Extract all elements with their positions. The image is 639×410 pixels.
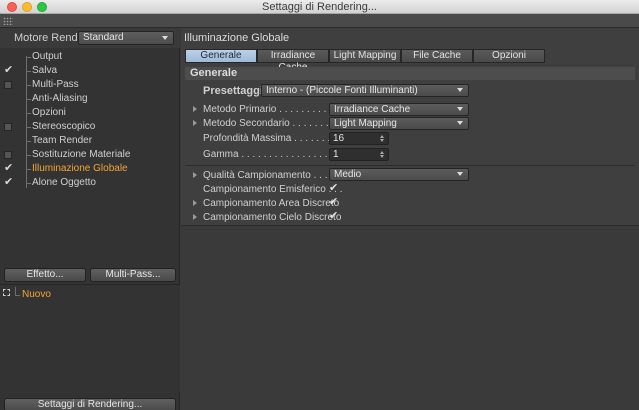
group-header-generale: Generale xyxy=(185,67,635,80)
chevron-down-icon xyxy=(457,107,463,111)
expand-triangle-icon[interactable] xyxy=(193,200,197,206)
tab-opzioni[interactable]: Opzioni xyxy=(473,49,545,63)
render-engine-row: Motore Render Standard xyxy=(0,28,180,48)
checkmark-icon[interactable]: ✔ xyxy=(329,211,338,222)
render-settings-button[interactable]: Settaggi di Rendering... xyxy=(4,398,176,410)
tree-item-label: Stereoscopico xyxy=(32,121,96,132)
tree-item-multi-pass[interactable]: Multi-Pass xyxy=(0,78,180,92)
tab-light-mapping[interactable]: Light Mapping xyxy=(329,49,401,63)
render-engine-select[interactable]: Standard xyxy=(78,31,174,45)
sampling-quality-select[interactable]: Medio xyxy=(329,168,469,181)
menu-strip xyxy=(0,14,639,28)
primary-method-value: Irradiance Cache xyxy=(334,104,411,115)
expand-triangle-icon[interactable] xyxy=(193,120,197,126)
tree-item-label: Anti-Aliasing xyxy=(32,93,88,104)
checkbox[interactable] xyxy=(4,123,12,131)
primary-method-select[interactable]: Irradiance Cache xyxy=(329,103,469,116)
gamma-input[interactable]: 1 xyxy=(329,148,389,161)
settings-tree: Output ✔ Salva Multi-Pass Anti-Aliasing … xyxy=(0,48,180,216)
preset-label: Presettaggi xyxy=(203,85,263,97)
max-depth-value: 16 xyxy=(333,133,345,144)
tree-item-label: Output xyxy=(32,51,63,62)
expand-triangle-icon[interactable] xyxy=(193,214,197,220)
checkbox[interactable] xyxy=(4,81,12,89)
title-bar: Settaggi di Rendering... xyxy=(0,0,639,14)
chevron-down-icon xyxy=(457,172,463,176)
render-setting-icon[interactable] xyxy=(3,289,10,296)
checkbox[interactable] xyxy=(4,151,12,159)
effetto-button[interactable]: Effetto... xyxy=(4,268,86,282)
tree-item-illuminazione-globale[interactable]: ✔ Illuminazione Globale xyxy=(0,162,180,176)
section-title: Illuminazione Globale xyxy=(184,32,290,44)
tree-item-label: Sostituzione Materiale xyxy=(32,149,131,160)
sampling-quality-value: Medio xyxy=(334,169,362,180)
tree-item-label: Illuminazione Globale xyxy=(32,163,128,174)
checkmark-icon[interactable]: ✔ xyxy=(4,65,13,76)
tree-item-opzioni[interactable]: Opzioni xyxy=(0,106,180,120)
render-setting-nuovo[interactable]: Nuovo xyxy=(22,289,51,300)
checkmark-icon[interactable]: ✔ xyxy=(329,197,338,208)
multi-pass-button[interactable]: Multi-Pass... xyxy=(90,268,176,282)
chevron-down-icon xyxy=(457,121,463,125)
right-panel: Illuminazione Globale Generale Irradianc… xyxy=(181,28,639,410)
gamma-label: Gamma . . . . . . . . . . . . . . . . . … xyxy=(203,149,345,160)
discrete-area-sampling-label: Campionamento Area Discreto xyxy=(203,198,340,209)
tree-item-stereoscopico[interactable]: Stereoscopico xyxy=(0,120,180,134)
chevron-down-icon xyxy=(162,36,168,40)
tree-item-label: Multi-Pass xyxy=(32,79,79,90)
expand-triangle-icon[interactable] xyxy=(193,106,197,112)
tree-item-team-render[interactable]: Team Render xyxy=(0,134,180,148)
tree-item-salva[interactable]: ✔ Salva xyxy=(0,64,180,78)
chevron-down-icon xyxy=(457,88,463,92)
tab-file-cache[interactable]: File Cache xyxy=(401,49,473,63)
checkmark-icon[interactable]: ✔ xyxy=(4,177,13,188)
tree-item-label: Team Render xyxy=(32,135,93,146)
secondary-method-value: Light Mapping xyxy=(334,118,397,129)
divider xyxy=(185,165,635,166)
checkmark-icon[interactable]: ✔ xyxy=(329,183,338,194)
tree-item-label: Alone Oggetto xyxy=(32,177,96,188)
tree-item-label: Salva xyxy=(32,65,58,76)
global-illumination-panel: Illuminazione Globale Generale Irradianc… xyxy=(181,28,639,226)
tree-item-alone-oggetto[interactable]: ✔ Alone Oggetto xyxy=(0,176,180,190)
tree-item-label: Opzioni xyxy=(32,107,66,118)
stepper-icon[interactable] xyxy=(380,151,384,158)
menu-grip-icon[interactable] xyxy=(3,17,13,25)
render-engine-label: Motore Render xyxy=(14,32,88,44)
expand-triangle-icon[interactable] xyxy=(193,172,197,178)
checkmark-icon[interactable]: ✔ xyxy=(4,163,13,174)
secondary-method-select[interactable]: Light Mapping xyxy=(329,117,469,130)
tree-item-anti-aliasing[interactable]: Anti-Aliasing xyxy=(0,92,180,106)
primary-method-label: Metodo Primario . . . . . . . . . . . . xyxy=(203,104,344,115)
render-engine-value: Standard xyxy=(83,32,124,43)
tree-item-sostituzione-materiale[interactable]: Sostituzione Materiale xyxy=(0,148,180,162)
window-title: Settaggi di Rendering... xyxy=(262,1,377,13)
discrete-sky-sampling-label: Campionamento Cielo Discreto xyxy=(203,212,342,223)
render-settings-list: Nuovo xyxy=(0,284,180,392)
sampling-quality-label: Qualità Campionamento . . . . . . xyxy=(203,170,345,181)
preset-value: Interno - (Piccole Fonti Illuminanti) xyxy=(266,85,418,96)
max-depth-input[interactable]: 16 xyxy=(329,132,389,145)
tree-item-output[interactable]: Output xyxy=(0,50,180,64)
left-panel: Motore Render Standard Output ✔ Salva Mu… xyxy=(0,28,180,410)
hemispherical-sampling-label: Campionamento Emisferico . . . xyxy=(203,184,343,195)
secondary-method-label: Metodo Secondario . . . . . . . . . . xyxy=(203,118,346,129)
tab-generale[interactable]: Generale xyxy=(185,49,257,63)
max-depth-label: Profondità Massima . . . . . . . . . . xyxy=(203,133,347,144)
gamma-value: 1 xyxy=(333,149,339,160)
stepper-icon[interactable] xyxy=(380,135,384,142)
tab-irradiance-cache[interactable]: Irradiance Cache xyxy=(257,49,329,73)
preset-select[interactable]: Interno - (Piccole Fonti Illuminanti) xyxy=(261,84,469,97)
